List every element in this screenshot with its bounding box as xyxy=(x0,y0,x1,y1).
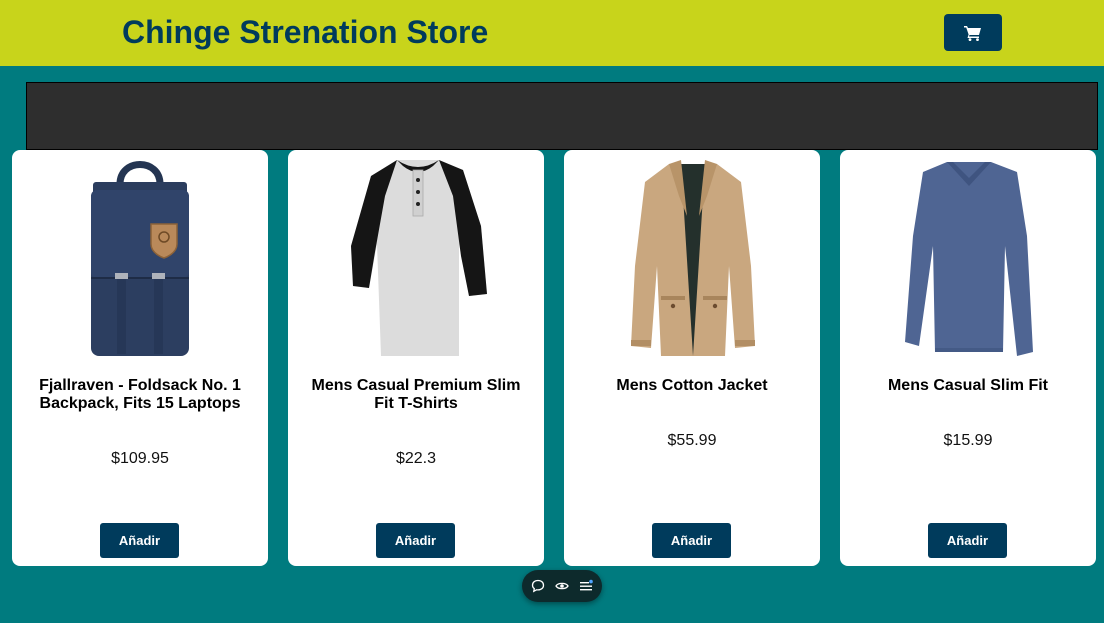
cart-button[interactable] xyxy=(944,14,1002,51)
eye-icon[interactable] xyxy=(554,578,570,594)
product-image xyxy=(12,156,268,360)
shopping-cart-icon xyxy=(964,25,981,41)
product-image xyxy=(564,156,820,360)
product-price: $15.99 xyxy=(943,432,993,449)
product-card: Mens Casual Slim Fit $15.99 Añadir xyxy=(840,150,1096,566)
store-title: Chinge Strenation Store xyxy=(122,14,489,50)
product-price: $55.99 xyxy=(667,432,717,449)
product-title: Fjallraven - Foldsack No. 1 Backpack, Fi… xyxy=(39,377,241,412)
floating-toolbar xyxy=(522,570,602,602)
jacket-image xyxy=(631,160,755,356)
product-title: Mens Cotton Jacket xyxy=(616,377,768,394)
shirt-image xyxy=(351,160,487,356)
add-to-cart-button[interactable]: Añadir xyxy=(100,523,179,558)
product-image xyxy=(288,156,544,360)
header: Chinge Strenation Store xyxy=(0,0,1104,66)
product-price: $22.3 xyxy=(395,450,437,467)
product-card: Fjallraven - Foldsack No. 1 Backpack, Fi… xyxy=(12,150,268,566)
product-price: $109.95 xyxy=(111,450,169,467)
backpack-image xyxy=(91,161,189,356)
product-card: Mens Cotton Jacket $55.99 Añadir xyxy=(564,150,820,566)
add-to-cart-button[interactable]: Añadir xyxy=(376,523,455,558)
product-title: Mens Casual Premium Slim Fit T-Shirts xyxy=(311,377,521,412)
product-image xyxy=(840,156,1096,360)
longsleeve-image xyxy=(905,162,1033,356)
banner xyxy=(26,82,1098,150)
product-card: Mens Casual Premium Slim Fit T-Shirts $2… xyxy=(288,150,544,566)
product-title: Mens Casual Slim Fit xyxy=(887,377,1049,394)
menu-settings-icon[interactable] xyxy=(578,578,594,594)
add-to-cart-button[interactable]: Añadir xyxy=(652,523,731,558)
add-to-cart-button[interactable]: Añadir xyxy=(928,523,1007,558)
comment-icon[interactable] xyxy=(530,578,546,594)
